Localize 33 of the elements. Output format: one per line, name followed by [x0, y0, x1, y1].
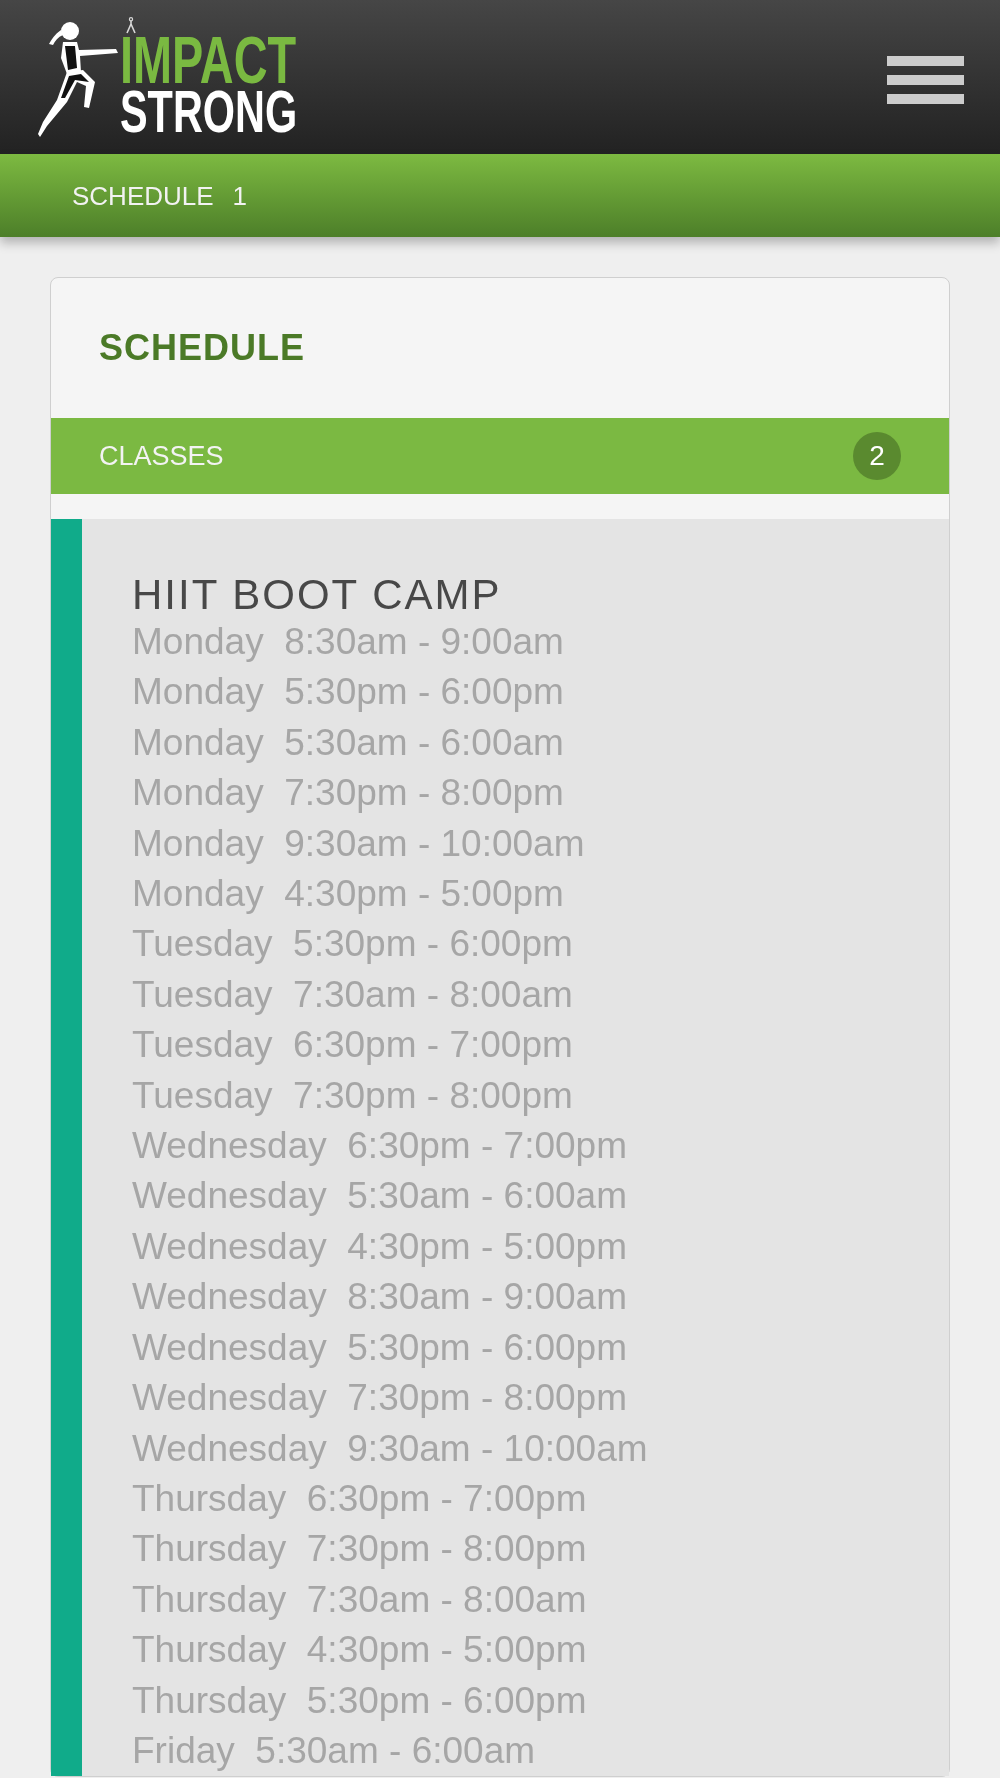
class-name: HIIT BOOT CAMP: [132, 573, 502, 617]
session-time: Wednesday 7:30pm - 8:00pm: [132, 1376, 627, 1421]
logo-text: IMPACT: [120, 34, 298, 86]
session-time: Friday 5:30am - 6:00am: [132, 1728, 536, 1773]
session-time: Tuesday 7:30pm - 8:00pm: [132, 1073, 573, 1118]
card-title: SCHEDULE: [99, 326, 306, 370]
session-time: Monday 7:30pm - 8:00pm: [132, 771, 564, 816]
page-title: SCHEDULE: [72, 179, 214, 212]
session-time: Monday 4:30pm - 5:00pm: [132, 872, 564, 917]
session-time: Monday 5:30am - 6:00am: [132, 720, 564, 765]
session-time: Wednesday 5:30am - 6:00am: [132, 1174, 627, 1219]
session-time: Wednesday 5:30pm - 6:00pm: [132, 1325, 627, 1370]
logo-text: STRONG: [120, 88, 298, 136]
count-badge: 2: [853, 432, 901, 480]
menu-button[interactable]: [887, 56, 964, 104]
session-time: Monday 8:30am - 9:00am: [132, 620, 564, 664]
session-time: Wednesday 9:30am - 10:00am: [132, 1426, 648, 1471]
session-time: Thursday 4:30pm - 5:00pm: [132, 1628, 587, 1673]
session-time: Tuesday 7:30am - 8:00am: [132, 972, 573, 1017]
session-time: Thursday 7:30am - 8:00am: [132, 1577, 587, 1622]
chain-icon: [125, 17, 137, 34]
session-time: Thursday 5:30pm - 6:00pm: [132, 1678, 587, 1723]
session-time: Tuesday 6:30pm - 7:00pm: [132, 1023, 573, 1068]
section-label: CLASSES: [99, 440, 224, 473]
session-time: Wednesday 8:30am - 9:00am: [132, 1275, 627, 1320]
session-time: Monday 9:30am - 10:00am: [132, 821, 585, 866]
session-time: Wednesday 6:30pm - 7:00pm: [132, 1124, 627, 1169]
session-time: Monday 5:30pm - 6:00pm: [132, 670, 564, 715]
session-time: Thursday 6:30pm - 7:00pm: [132, 1476, 587, 1521]
session-time: Wednesday 4:30pm - 5:00pm: [132, 1224, 627, 1269]
page-count: 1: [232, 179, 248, 212]
session-time: Thursday 7:30pm - 8:00pm: [132, 1527, 587, 1572]
session-time: Tuesday 5:30pm - 6:00pm: [132, 922, 573, 967]
